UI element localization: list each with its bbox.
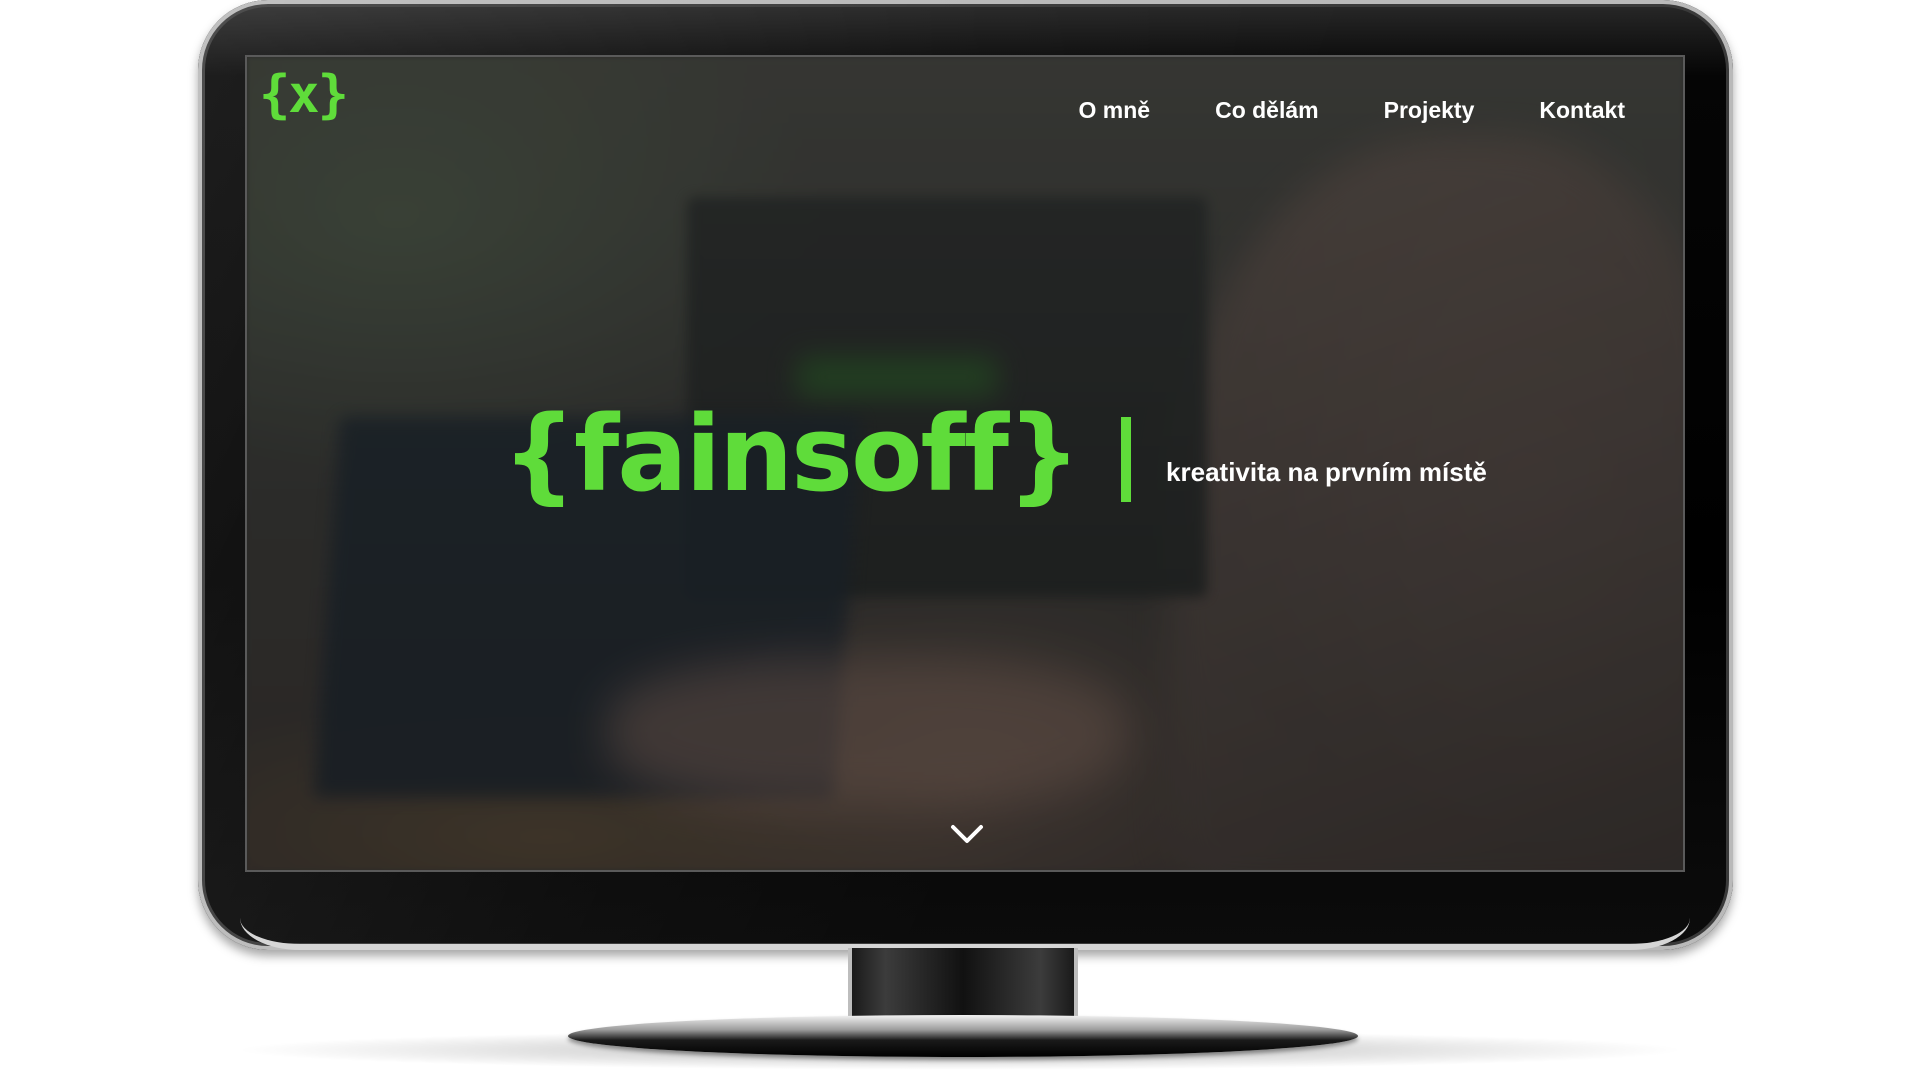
main-nav: O mně Co dělám Projekty Kontakt xyxy=(1079,97,1626,124)
monitor-stand-base xyxy=(568,1015,1358,1057)
hero-divider-bar xyxy=(1121,417,1132,502)
device-mockup: {x} O mně Co dělám Projekty Kontakt {fai… xyxy=(0,0,1920,1080)
chevron-down-icon[interactable] xyxy=(949,817,985,853)
site-logo[interactable]: {x} xyxy=(259,69,349,121)
hero-heading: {fainsoff} kreativita na prvním místě xyxy=(502,402,1487,506)
monitor-bottom-rim xyxy=(240,918,1690,950)
nav-item-o-mne[interactable]: O mně xyxy=(1079,97,1151,124)
nav-item-co-delam[interactable]: Co dělám xyxy=(1215,97,1319,124)
hero-tagline: kreativita na prvním místě xyxy=(1166,457,1487,487)
hero-brand: {fainsoff} xyxy=(502,393,1081,515)
nav-item-kontakt[interactable]: Kontakt xyxy=(1539,97,1625,124)
nav-item-projekty[interactable]: Projekty xyxy=(1384,97,1475,124)
monitor-screen: {x} O mně Co dělám Projekty Kontakt {fai… xyxy=(245,55,1685,872)
